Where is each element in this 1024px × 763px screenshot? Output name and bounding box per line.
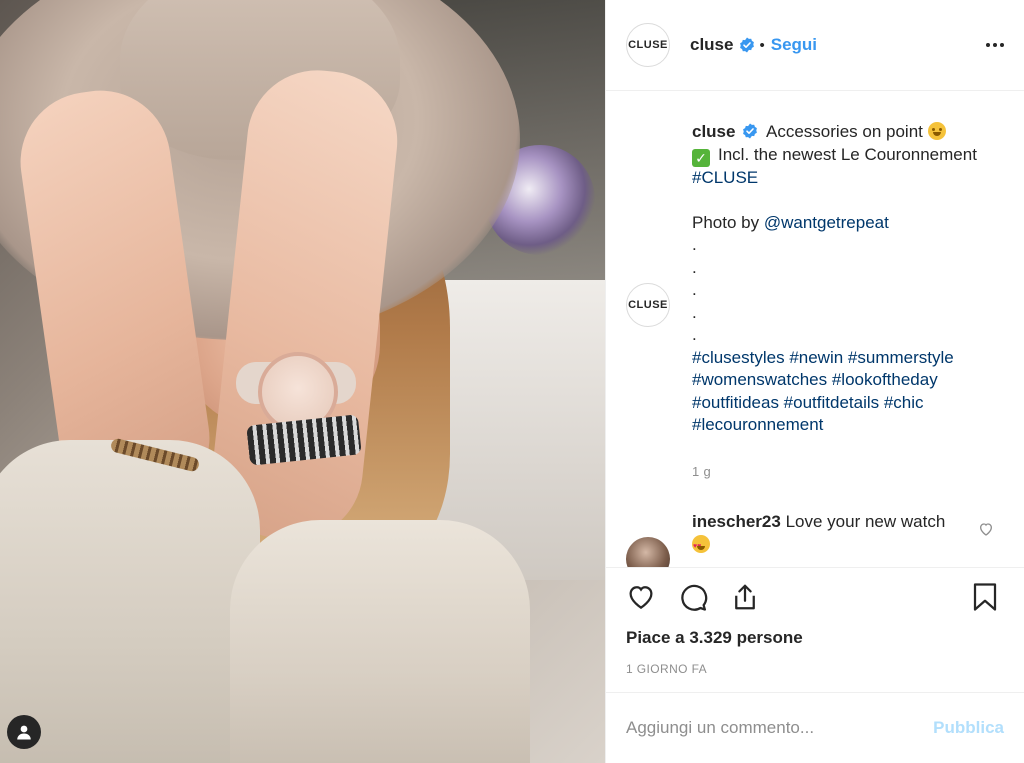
commenter-avatar[interactable] xyxy=(626,537,670,568)
header-separator: • xyxy=(759,36,765,54)
comment-bubble-icon xyxy=(681,585,708,612)
caption-line2: Incl. the newest Le Couronnement xyxy=(718,144,977,164)
action-bar xyxy=(626,568,1004,626)
comment-like-heart-icon[interactable] xyxy=(978,521,994,537)
caption-line1: Accessories on point xyxy=(766,122,923,142)
account-avatar-label: CLUSE xyxy=(628,39,668,52)
caption-time: 1 g xyxy=(692,464,711,480)
post-header: CLUSE cluse • Segui xyxy=(606,0,1024,92)
heart-icon xyxy=(629,586,653,610)
post-actions-section: Piace a 3.329 persone 1 GIORNO FA xyxy=(606,567,1024,692)
caption-dot: . xyxy=(692,235,697,255)
comments-area[interactable]: CLUSE cluse Accessories on point ✓ Incl. … xyxy=(606,91,1024,568)
add-comment-input[interactable] xyxy=(626,718,924,739)
commenter-username[interactable]: inescher23 xyxy=(692,512,781,531)
caption-dot: . xyxy=(692,257,697,277)
caption-dot: . xyxy=(692,280,697,300)
caption-avatar-label: CLUSE xyxy=(628,299,668,312)
follow-button[interactable]: Segui xyxy=(771,35,817,55)
photo-sleeve-left xyxy=(0,440,260,763)
likes-count[interactable]: Piace a 3.329 persone xyxy=(626,628,1004,648)
share-button[interactable] xyxy=(730,582,760,612)
hashtag-cluse-link[interactable]: #CLUSE xyxy=(692,168,758,187)
post-photo[interactable] xyxy=(0,0,605,763)
caption-avatar[interactable]: CLUSE xyxy=(626,283,670,328)
share-icon xyxy=(735,584,755,610)
post-caption: cluse Accessories on point ✓ Incl. the ne… xyxy=(692,121,1002,437)
post-side-panel: CLUSE cluse • Segui CLUSE cluse Accessor… xyxy=(605,0,1024,763)
save-button[interactable] xyxy=(970,582,1000,612)
comment-button[interactable] xyxy=(678,582,708,612)
star-struck-emoji-icon xyxy=(927,122,946,141)
like-button[interactable] xyxy=(626,582,656,612)
heart-eyes-emoji-icon xyxy=(692,534,710,558)
caption-hashtags[interactable]: #clusestyles #newin #summerstyle #womens… xyxy=(692,347,1002,437)
verified-badge-icon xyxy=(740,37,755,53)
check-mark-emoji-icon: ✓ xyxy=(692,148,710,167)
tagged-users-button[interactable] xyxy=(7,715,41,749)
account-avatar[interactable]: CLUSE xyxy=(626,23,670,68)
comment-body: inescher23 Love your new watch xyxy=(692,511,962,558)
publish-button[interactable]: Pubblica xyxy=(933,718,1004,738)
caption-dot: . xyxy=(692,302,697,322)
caption-dot: . xyxy=(692,325,697,345)
user-silhouette-icon xyxy=(17,725,31,740)
photo-credit-label: Photo by xyxy=(692,212,760,232)
post-date[interactable]: 1 GIORNO FA xyxy=(626,662,1004,692)
add-comment-bar: Pubblica xyxy=(606,692,1024,763)
post-viewer: CLUSE cluse • Segui CLUSE cluse Accessor… xyxy=(0,0,1024,763)
caption-username[interactable]: cluse xyxy=(692,122,735,141)
verified-badge-icon xyxy=(743,123,758,139)
more-options-icon[interactable] xyxy=(986,37,1004,53)
photo-credit-handle-link[interactable]: @wantgetrepeat xyxy=(764,213,889,232)
photo-sleeve-right xyxy=(230,520,530,763)
account-username[interactable]: cluse xyxy=(690,35,733,55)
comment-text: Love your new watch xyxy=(785,512,946,532)
bookmark-icon xyxy=(973,583,997,611)
